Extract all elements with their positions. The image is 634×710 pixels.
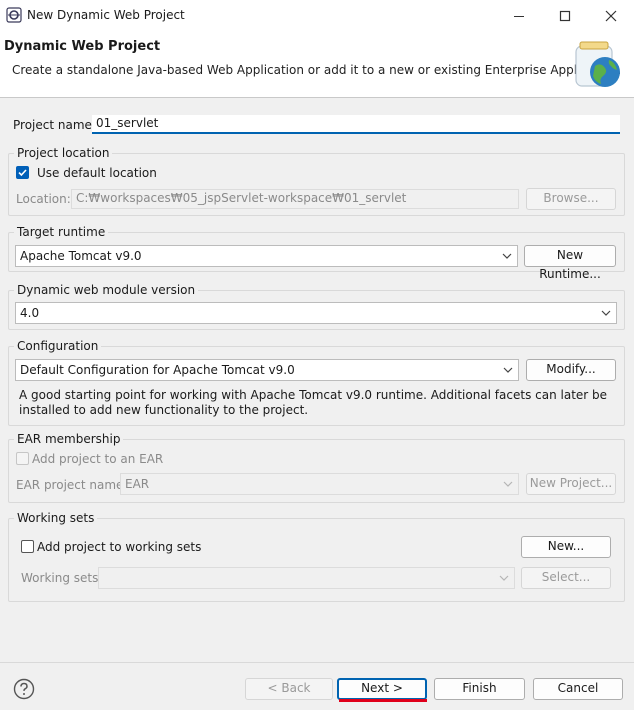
ear-project-name-label: EAR project name:	[16, 478, 128, 492]
chevron-down-icon	[503, 481, 513, 487]
target-runtime-value: Apache Tomcat v9.0	[20, 249, 142, 263]
footer-separator	[0, 662, 634, 663]
project-name-label: Project name:	[13, 118, 96, 132]
minimize-button[interactable]	[496, 0, 542, 31]
chevron-down-icon	[499, 575, 509, 581]
new-ear-project-button[interactable]: New Project...	[526, 473, 616, 495]
web-project-jar-globe-icon	[575, 41, 620, 87]
location-label: Location:	[16, 192, 71, 206]
back-button[interactable]: < Back	[245, 678, 333, 700]
minimize-icon	[514, 15, 524, 17]
checkmark-icon	[18, 169, 27, 177]
select-working-sets-button[interactable]: Select...	[521, 567, 611, 589]
finish-button[interactable]: Finish	[434, 678, 525, 700]
chevron-down-icon	[503, 367, 513, 373]
wizard-description: Create a standalone Java-based Web Appli…	[12, 63, 622, 77]
configuration-group-label: Configuration	[14, 339, 102, 353]
close-icon	[605, 10, 617, 21]
ear-project-name-select[interactable]: EAR	[120, 473, 519, 495]
working-sets-select[interactable]	[98, 567, 515, 589]
eclipse-app-icon	[6, 7, 22, 23]
module-version-group-label: Dynamic web module version	[14, 283, 199, 297]
wizard-title: Dynamic Web Project	[4, 39, 161, 54]
help-icon[interactable]	[13, 678, 35, 700]
target-runtime-select[interactable]: Apache Tomcat v9.0	[15, 245, 518, 267]
modify-button[interactable]: Modify...	[526, 359, 616, 381]
configuration-description: A good starting point for working with A…	[19, 388, 608, 417]
project-location-group-label: Project location	[14, 146, 113, 160]
module-version-value: 4.0	[20, 306, 40, 320]
configuration-select[interactable]: Default Configuration for Apache Tomcat …	[15, 359, 519, 381]
project-name-input[interactable]: 01_servlet	[92, 115, 620, 134]
target-runtime-group-label: Target runtime	[14, 225, 109, 239]
new-working-set-button[interactable]: New...	[521, 536, 611, 558]
add-to-ear-checkbox[interactable]	[16, 452, 29, 465]
module-version-select[interactable]: 4.0	[15, 302, 617, 324]
maximize-button[interactable]	[542, 0, 588, 31]
add-to-working-sets-checkbox[interactable]	[21, 540, 34, 553]
working-sets-label: Working sets:	[21, 571, 103, 585]
maximize-icon	[559, 10, 571, 21]
window-title: New Dynamic Web Project	[27, 8, 185, 22]
working-sets-group	[8, 518, 625, 602]
add-to-working-sets-label: Add project to working sets	[37, 540, 202, 554]
use-default-location-label: Use default location	[37, 166, 157, 180]
ear-membership-group-label: EAR membership	[14, 432, 124, 446]
cancel-button[interactable]: Cancel	[533, 678, 623, 700]
location-input[interactable]: C:₩workspaces₩05_jspServlet-workspace₩01…	[71, 189, 519, 209]
chevron-down-icon	[601, 310, 611, 316]
use-default-location-checkbox[interactable]	[16, 166, 29, 179]
close-button[interactable]	[588, 0, 634, 31]
add-to-ear-label: Add project to an EAR	[32, 452, 164, 466]
working-sets-group-label: Working sets	[14, 511, 98, 525]
chevron-down-icon	[502, 253, 512, 259]
ear-project-name-value: EAR	[125, 477, 150, 491]
next-button-highlight-underline	[339, 699, 427, 702]
next-button[interactable]: Next >	[337, 678, 427, 700]
configuration-value: Default Configuration for Apache Tomcat …	[20, 363, 295, 377]
browse-button[interactable]: Browse...	[526, 188, 616, 210]
new-runtime-button[interactable]: New Runtime...	[524, 245, 616, 281]
